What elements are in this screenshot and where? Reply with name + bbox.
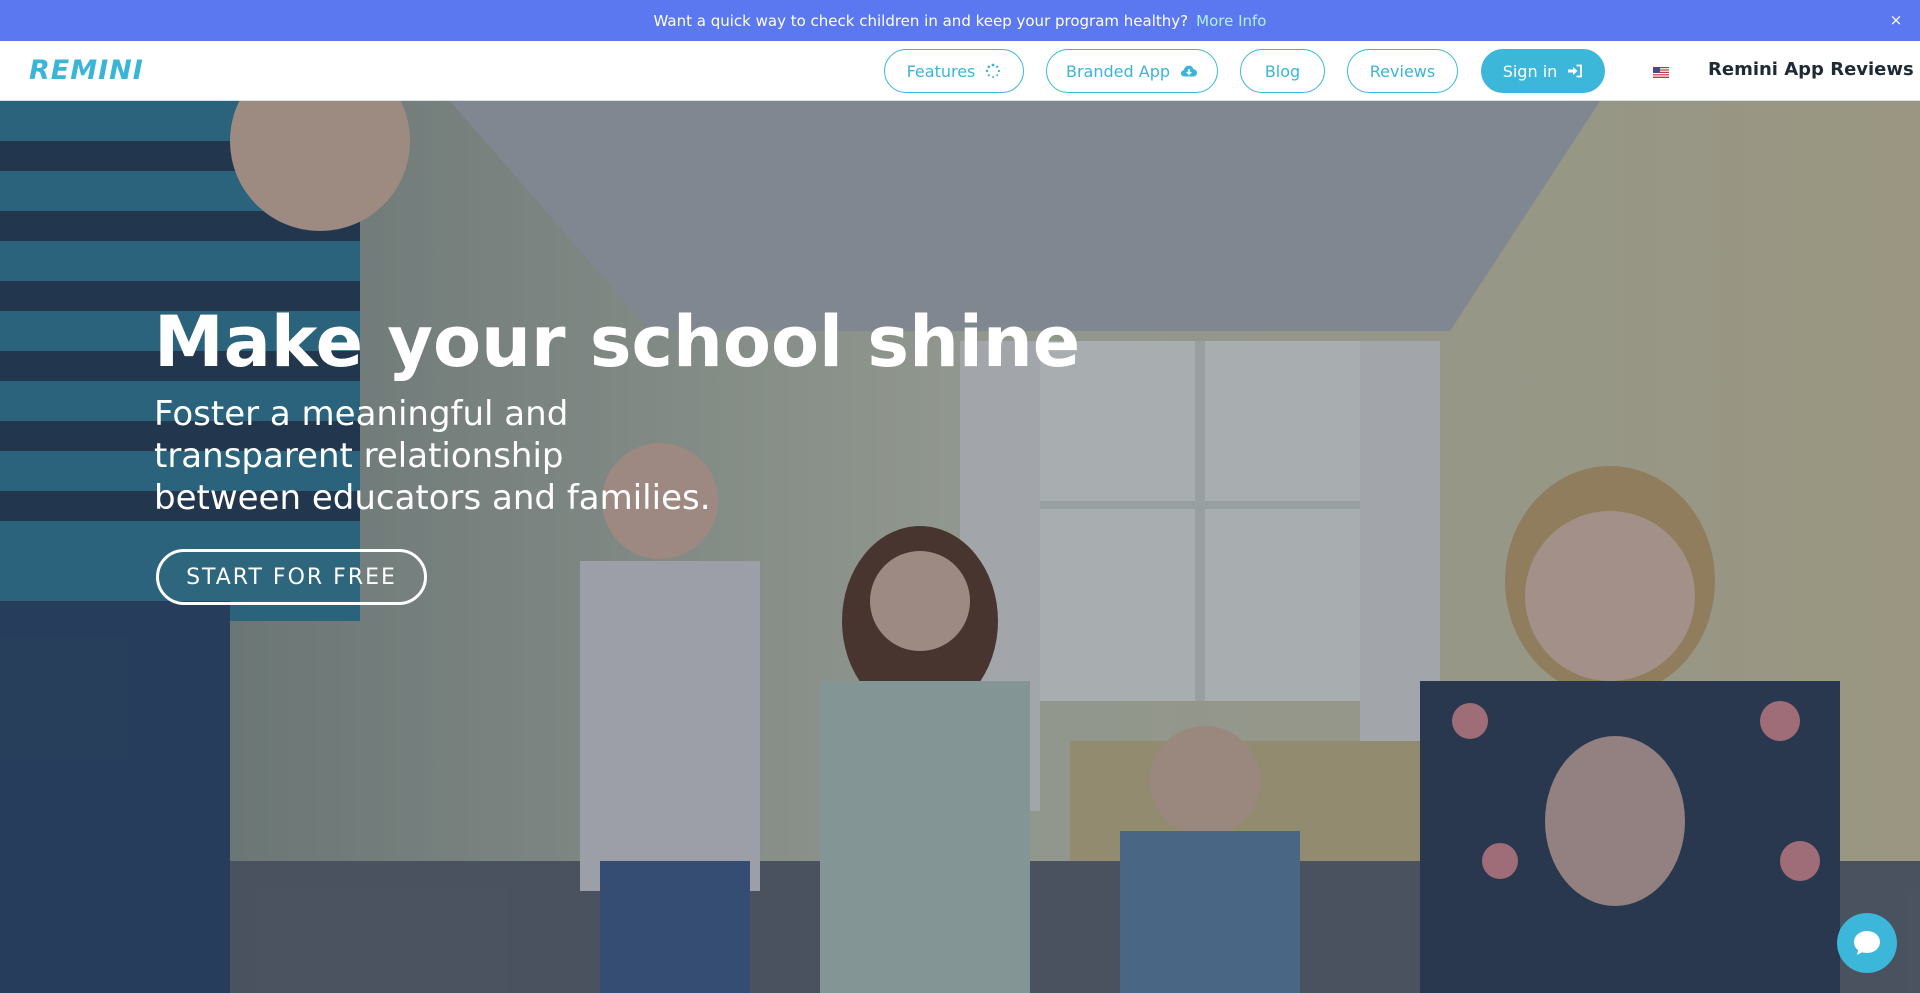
- announcement-bar: Want a quick way to check children in an…: [0, 0, 1920, 41]
- cloud-download-icon: [1181, 65, 1197, 77]
- hero-subline-line-3: between educators and families.: [154, 478, 711, 518]
- branded-app-label: Branded App: [1066, 61, 1170, 81]
- more-info-link[interactable]: More Info: [1196, 12, 1266, 30]
- remini-logo[interactable]: REMINI: [29, 55, 144, 86]
- spinner-icon: [986, 63, 1001, 78]
- logo-text: REMINI: [29, 55, 144, 86]
- chat-button[interactable]: [1837, 913, 1897, 973]
- reviews-label: Reviews: [1369, 61, 1436, 81]
- chat-icon: [1854, 931, 1880, 955]
- hero-subline-line-1: Foster a meaningful and: [154, 394, 569, 434]
- blog-label: Blog: [1264, 61, 1301, 81]
- start-for-free-button[interactable]: START FOR FREE: [156, 549, 427, 605]
- us-flag-icon[interactable]: [1653, 67, 1669, 78]
- hero-overlay: [0, 101, 1920, 993]
- sign-in-button[interactable]: Sign in: [1481, 49, 1605, 93]
- top-navbar: REMINI Features Branded App Blog Reviews…: [0, 41, 1920, 101]
- announcement-text: Want a quick way to check children in an…: [653, 11, 1189, 30]
- branded-app-button[interactable]: Branded App: [1046, 49, 1218, 93]
- remini-app-reviews-link[interactable]: Remini App Reviews: [1708, 59, 1914, 80]
- sign-in-icon: [1568, 64, 1583, 78]
- sign-in-label: Sign in: [1502, 61, 1558, 81]
- features-label: Features: [906, 61, 976, 81]
- hero-subline-line-2: transparent relationship: [154, 436, 564, 476]
- close-icon[interactable]: ×: [1888, 12, 1904, 28]
- hero-section: Make your school shine Foster a meaningf…: [0, 101, 1920, 993]
- hero-headline: Make your school shine: [154, 301, 1081, 383]
- features-button[interactable]: Features: [884, 49, 1024, 93]
- blog-button[interactable]: Blog: [1240, 49, 1325, 93]
- reviews-button[interactable]: Reviews: [1347, 49, 1458, 93]
- hero-subline: Foster a meaningful and transparent rela…: [154, 393, 754, 519]
